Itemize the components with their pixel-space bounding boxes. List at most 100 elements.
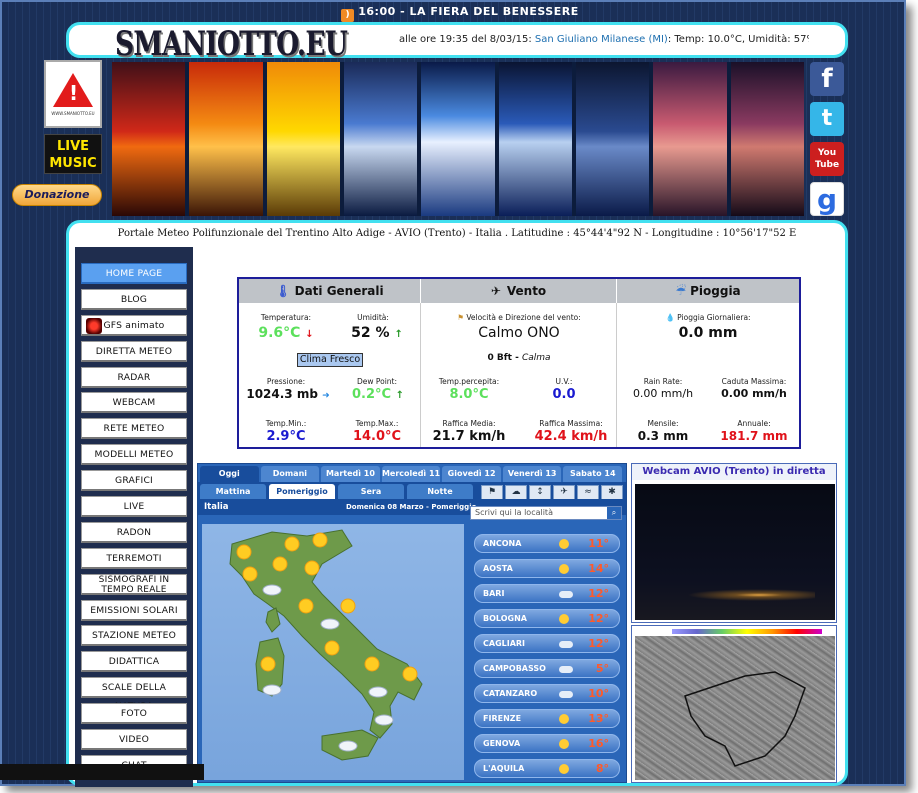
rss-icon[interactable]: ) [341, 9, 355, 22]
tab-domani[interactable]: Domani [260, 466, 320, 482]
temperature-layer-icon[interactable]: ↕ [529, 485, 551, 500]
top-news-text[interactable]: 16:00 - LA FIERA DEL BENESSERE [358, 5, 578, 18]
city-name: GENOVA [483, 739, 521, 748]
city-row[interactable]: CAGLIARI 12° [474, 634, 620, 653]
tab-giovedi[interactable]: Giovedì 12 [442, 466, 501, 482]
humidity-label: Umidità: [357, 313, 389, 322]
cloud-icon [559, 591, 573, 598]
tab-sabato[interactable]: Sabato 14 [563, 466, 623, 482]
menu-scale[interactable]: SCALE DELLA NATURA [81, 677, 187, 712]
tab-oggi[interactable]: Oggi [200, 466, 259, 482]
wind-layer-icon[interactable]: ⚑ [481, 485, 503, 500]
facebook-icon[interactable]: f [810, 62, 844, 96]
google-plus-icon[interactable]: g [810, 182, 844, 216]
tab-notte[interactable]: Notte [407, 484, 473, 499]
rain-max-label: Caduta Massima: [721, 377, 787, 386]
tab-martedi[interactable]: Martedì 10 [321, 466, 380, 482]
city-row[interactable]: GENOVA 16° [474, 734, 620, 753]
menu-radon[interactable]: RADON [81, 521, 187, 543]
tab-pomeriggio[interactable]: Pomeriggio [269, 484, 335, 499]
city-row[interactable]: FIRENZE 13° [474, 709, 620, 728]
tab-mercoledi[interactable]: Mercoledì 11 [381, 466, 441, 482]
search-icon[interactable]: ⌕ [607, 507, 621, 519]
ticker-station[interactable]: San Giuliano Milanese (MI) [535, 34, 668, 45]
gust-max-value: 42.4 km/h [534, 429, 608, 444]
tab-mattina[interactable]: Mattina [200, 484, 266, 499]
city-row[interactable]: BARI 12° [474, 584, 620, 603]
menu-rete[interactable]: RETE METEO [81, 418, 187, 440]
webcam-title[interactable]: Webcam AVIO (Trento) in diretta [632, 464, 836, 480]
header: SMANIOTTO.EU alle ore 19:35 del 8/03/15:… [66, 22, 848, 64]
italy-forecast-map[interactable] [202, 524, 464, 780]
arrow-right-icon: ➜ [322, 391, 330, 401]
sun-icon [559, 739, 569, 749]
city-row[interactable]: L'AQUILA 8° [474, 759, 620, 778]
snow-layer-icon[interactable]: ✱ [601, 485, 623, 500]
bft-value: 0 Bft [487, 353, 512, 363]
forecast-layer-icons: ⚑ ☁ ↕ ✈ ≈ ✱ [481, 485, 623, 500]
menu-stazione[interactable]: STAZIONE METEO [81, 625, 187, 647]
city-name: CATANZARO [483, 689, 538, 698]
gust-max-label: Raffica Massima: [539, 419, 603, 428]
uv-label: U.V.: [555, 377, 573, 386]
city-row[interactable]: CAMPOBASSO 5° [474, 659, 620, 678]
donate-button[interactable]: Donazione [12, 184, 102, 206]
menu-sismografi[interactable]: SISMOGRAFI IN TEMPO REALE [81, 573, 187, 595]
menu-live[interactable]: LIVE [81, 496, 187, 518]
clima-button[interactable]: Clima Fresco [297, 353, 363, 367]
menu-home[interactable]: HOME PAGE [81, 263, 187, 284]
menu-modelli[interactable]: MODELLI METEO [81, 444, 187, 466]
arrow-up-icon: ↑ [394, 329, 403, 340]
plane-layer-icon[interactable]: ✈ [553, 485, 575, 500]
town-lights [675, 588, 815, 602]
tmin-value: 2.9°C [266, 429, 306, 444]
sun-icon [559, 564, 569, 574]
menu-video[interactable]: VIDEO [81, 729, 187, 751]
menu-didattica[interactable]: DIDATTICA [81, 651, 187, 673]
radar-map[interactable] [635, 636, 835, 780]
rain-max-value: 0.00 mm/h [721, 387, 787, 400]
dew-label: Dew Point: [356, 377, 398, 386]
site-subtitle: Portale Meteo Polifunzionale del Trentin… [117, 228, 797, 239]
tab-sera[interactable]: Sera [338, 484, 404, 499]
webcam-image[interactable] [635, 484, 835, 620]
menu-diretta[interactable]: DIRETTA METEO [81, 340, 187, 362]
menu-gfs[interactable]: GFS animato [81, 314, 187, 336]
menu-foto[interactable]: FOTO [81, 703, 187, 725]
city-temp: 12° [588, 587, 609, 600]
site-logo[interactable]: SMANIOTTO.EU [115, 24, 348, 64]
youtube-icon[interactable]: You Tube [810, 142, 844, 176]
live-music-badge[interactable]: LIVE MUSIC [44, 134, 102, 174]
news-ticker-top[interactable]: ) 16:00 - LA FIERA DEL BENESSERE [72, 2, 848, 22]
city-row[interactable]: CATANZARO 10° [474, 684, 620, 703]
menu-grafici[interactable]: GRAFICI [81, 470, 187, 492]
cloud-layer-icon[interactable]: ☁ [505, 485, 527, 500]
forecast-date: Domenica 08 Marzo - Pomeriggio [346, 503, 477, 511]
city-row[interactable]: BOLOGNA 12° [474, 609, 620, 628]
twitter-icon[interactable]: t [810, 102, 844, 136]
city-name: L'AQUILA [483, 764, 525, 773]
sun-icon [559, 714, 569, 724]
humidity-value: 52 % ↑ [347, 325, 407, 341]
perceived-value: 8.0°C [449, 387, 489, 402]
sun-icon [284, 536, 300, 552]
tab-venerdi[interactable]: Venerdì 13 [502, 466, 562, 482]
dew-value: 0.2°C ↑ [345, 387, 411, 402]
menu-blog[interactable]: BLOG [81, 288, 187, 310]
city-name: ANCONA [483, 539, 522, 548]
menu-emissioni[interactable]: EMISSIONI SOLARI [81, 599, 187, 621]
menu-terremoti[interactable]: TERREMOTI [81, 547, 187, 569]
city-row[interactable]: ANCONA 11° [474, 534, 620, 553]
city-row[interactable]: AOSTA 14° [474, 559, 620, 578]
weather-warning-badge[interactable]: ! WWW.SMANIOTTO.EU [44, 60, 102, 128]
location-search[interactable]: Scrivi qui la località ⌕ [470, 506, 622, 520]
temp-label: Temperatura: [260, 313, 312, 322]
city-temp: 14° [588, 562, 609, 575]
pressure-value: 1024.3 mb ➜ [245, 387, 331, 401]
sun-icon [312, 532, 328, 548]
menu-webcam[interactable]: WEBCAM [81, 392, 187, 414]
menu-radar[interactable]: RADAR [81, 366, 187, 388]
bft-desc: Calma [521, 353, 551, 363]
sea-layer-icon[interactable]: ≈ [577, 485, 599, 500]
rain-day-label-text: Pioggia Giornaliera: [677, 313, 751, 322]
